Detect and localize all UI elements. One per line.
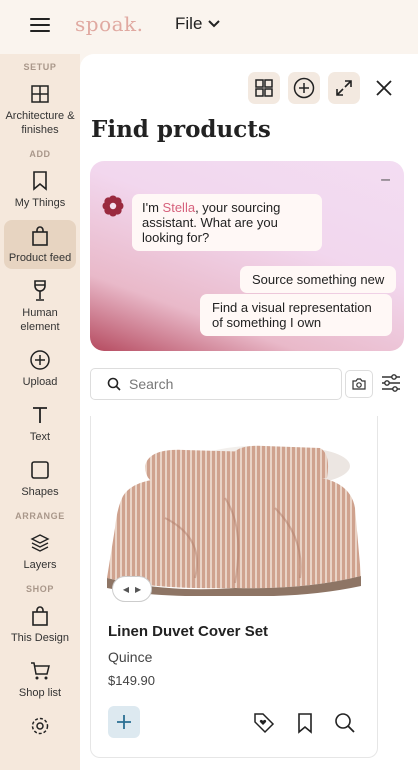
- expand-icon: [336, 80, 352, 96]
- sidebar-item-label: This Design: [10, 632, 70, 644]
- filter-icon[interactable]: [380, 372, 402, 394]
- plus-circle-icon: [293, 77, 315, 99]
- add-button[interactable]: [288, 72, 320, 104]
- sidebar-item-human-element[interactable]: Human element: [4, 275, 76, 338]
- cart-icon: [28, 659, 52, 683]
- file-menu-label: File: [175, 14, 203, 33]
- assistant-name: Stella: [162, 200, 196, 215]
- wine-glass-icon: [28, 279, 52, 303]
- shopping-bag-icon: [28, 224, 52, 248]
- source-new-option[interactable]: Source something new: [240, 266, 397, 293]
- sidebar-item-architecture[interactable]: Architecture & finishes: [4, 78, 76, 141]
- shopping-bag-icon: [28, 604, 52, 628]
- camera-search-button[interactable]: [345, 370, 373, 398]
- section-setup: SETUP: [23, 62, 57, 72]
- sidebar-item-label: Shop list: [18, 687, 62, 699]
- assistant-message: I'm Stella, your sourcing assistant. Wha…: [132, 194, 322, 251]
- sidebar-item-layers[interactable]: Layers: [4, 527, 76, 576]
- top-bar: spoak. File: [0, 0, 418, 50]
- product-name[interactable]: Linen Duvet Cover Set: [108, 623, 268, 640]
- tag-heart-icon[interactable]: [253, 712, 275, 734]
- sidebar-item-text[interactable]: Text: [4, 399, 76, 448]
- product-brand: Quince: [108, 649, 153, 665]
- sidebar-item-shop-list[interactable]: Shop list: [4, 655, 76, 704]
- close-button[interactable]: [372, 76, 396, 100]
- sidebar-item-label: Architecture & finishes: [5, 110, 75, 136]
- panel-toolbar: [248, 72, 360, 104]
- visual-representation-option[interactable]: Find a visual representation of somethin…: [200, 294, 392, 336]
- sidebar-item-label: Layers: [23, 559, 57, 571]
- chevron-right-icon[interactable]: ▶: [135, 585, 141, 594]
- expand-button[interactable]: [328, 72, 360, 104]
- search-input[interactable]: [129, 376, 329, 392]
- section-shop: SHOP: [26, 584, 54, 594]
- close-icon: [376, 80, 392, 96]
- bookmark-icon[interactable]: [294, 712, 316, 734]
- image-carousel-control[interactable]: ◀ ▶: [112, 576, 152, 602]
- chevron-left-icon[interactable]: ◀: [123, 585, 129, 594]
- plus-circle-icon: [28, 348, 52, 372]
- sourcing-assistant-card: – I'm Stella, your sourcing assistant. W…: [90, 161, 404, 351]
- sidebar: SETUP Architecture & finishes ADD My Thi…: [0, 54, 80, 770]
- gear-icon: [28, 714, 52, 738]
- sidebar-item-label: Product feed: [8, 252, 72, 264]
- bookmark-icon: [28, 169, 52, 193]
- sidebar-item-shapes[interactable]: Shapes: [4, 454, 76, 503]
- grid-icon: [28, 82, 52, 106]
- square-icon: [28, 458, 52, 482]
- page-title: Find products: [91, 116, 271, 143]
- hamburger-menu-icon[interactable]: [28, 14, 52, 36]
- sidebar-item-settings[interactable]: [4, 710, 76, 742]
- sidebar-item-upload[interactable]: Upload: [4, 344, 76, 393]
- grid-view-icon: [255, 79, 273, 97]
- search-icon: [107, 377, 121, 391]
- grid-view-button[interactable]: [248, 72, 280, 104]
- section-add: ADD: [29, 149, 51, 159]
- add-product-button[interactable]: [108, 706, 140, 738]
- text-icon: [28, 403, 52, 427]
- product-price: $149.90: [108, 673, 155, 688]
- plus-icon: [117, 715, 131, 729]
- file-menu-button[interactable]: File: [175, 14, 221, 34]
- search-field: [90, 368, 342, 400]
- product-card[interactable]: ◀ ▶ Linen Duvet Cover Set Quince $149.90: [90, 416, 378, 758]
- layers-icon: [28, 531, 52, 555]
- find-products-panel: Find products – I'm Stella, your sourcin…: [80, 54, 418, 770]
- chevron-down-icon: [208, 20, 221, 28]
- flower-icon: [102, 195, 124, 217]
- section-arrange: ARRANGE: [15, 511, 65, 521]
- search-similar-icon[interactable]: [334, 712, 356, 734]
- camera-icon: [352, 378, 366, 390]
- app-logo: spoak.: [75, 12, 144, 36]
- sidebar-item-label: Upload: [22, 376, 58, 388]
- sidebar-item-this-design[interactable]: This Design: [4, 600, 76, 649]
- sidebar-item-label: Shapes: [21, 486, 59, 498]
- product-image: [107, 445, 361, 596]
- sidebar-item-label: Human element: [20, 307, 60, 333]
- sidebar-item-my-things[interactable]: My Things: [4, 165, 76, 214]
- sidebar-item-label: My Things: [14, 197, 66, 209]
- sidebar-item-label: Text: [29, 431, 51, 443]
- message-text: I'm: [142, 200, 163, 215]
- sidebar-item-product-feed[interactable]: Product feed: [4, 220, 76, 269]
- minimize-button[interactable]: –: [381, 171, 390, 189]
